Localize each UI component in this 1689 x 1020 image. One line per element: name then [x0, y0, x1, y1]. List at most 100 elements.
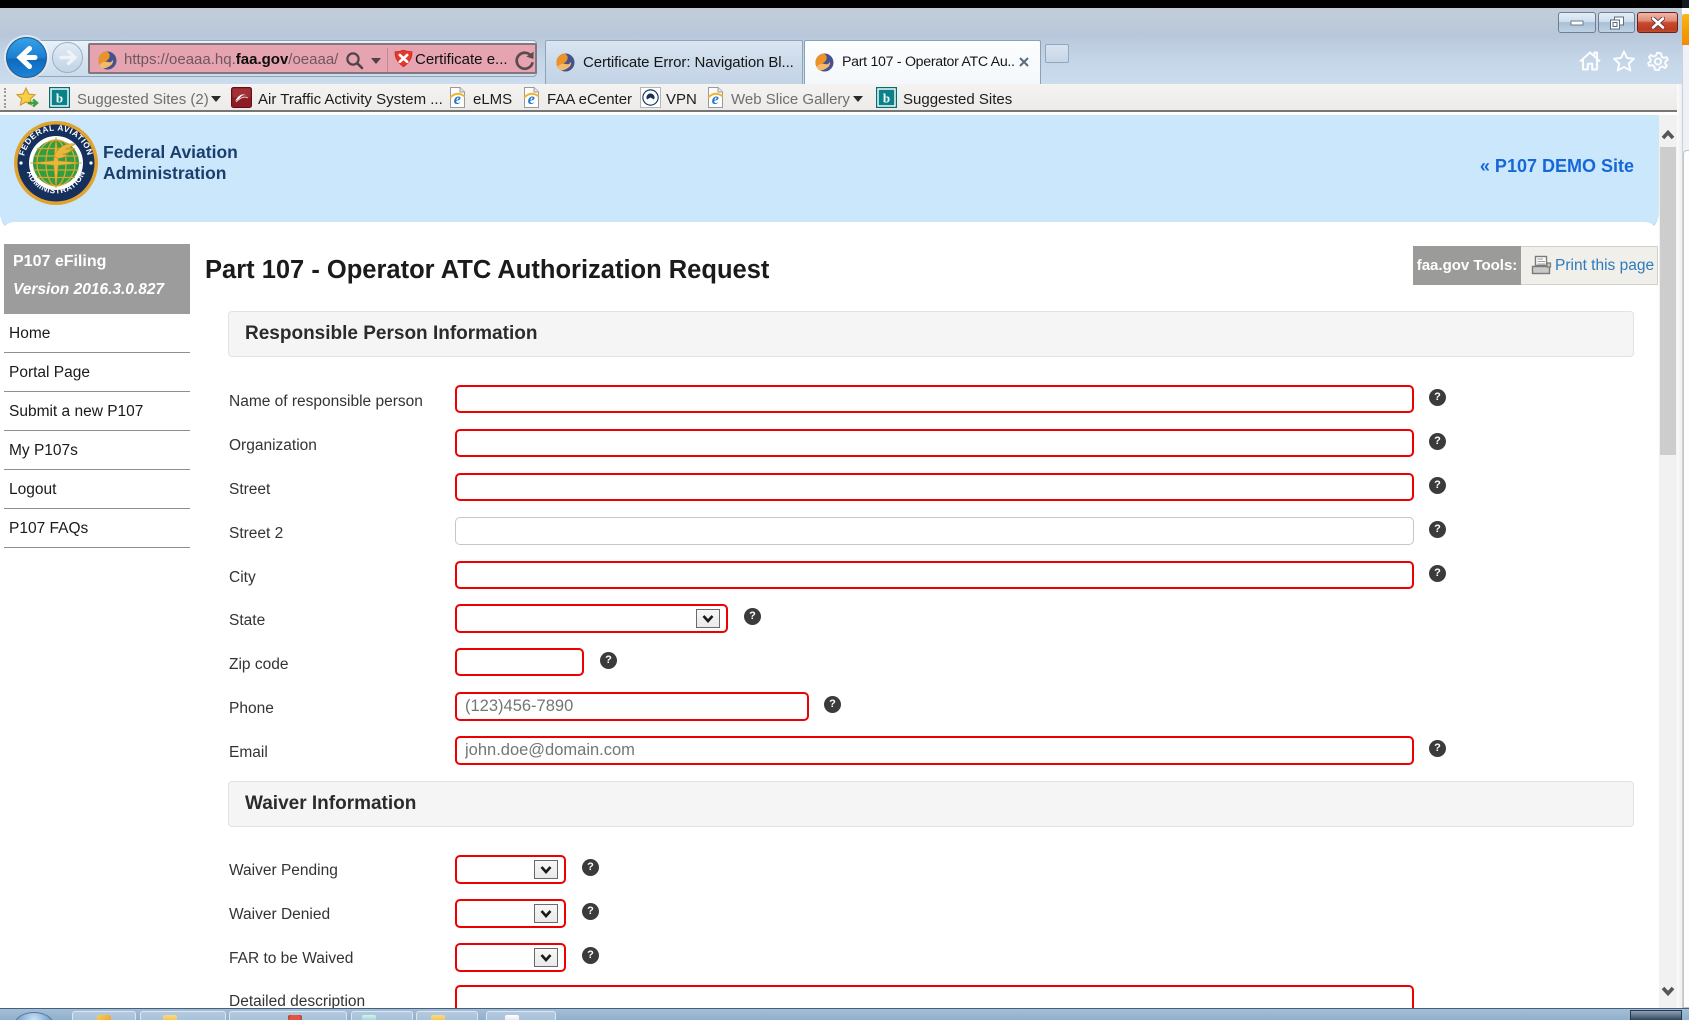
field-label-street2: Street 2 — [229, 525, 284, 542]
ie-page-icon: e — [521, 87, 542, 108]
fav-web-slice-caret[interactable] — [853, 96, 863, 102]
background-window-accent — [1682, 14, 1689, 45]
fav-vpn[interactable]: VPN — [666, 91, 697, 108]
input-city[interactable] — [455, 561, 1414, 589]
fav-web-slice-gallery[interactable]: Web Slice Gallery — [731, 91, 850, 108]
minimize-button[interactable] — [1558, 12, 1596, 33]
taskbar-button[interactable] — [486, 1011, 556, 1020]
help-icon-street[interactable]: ? — [1429, 477, 1446, 494]
demo-site-link[interactable]: « P107 DEMO Site — [1200, 156, 1634, 177]
faa-logo: FEDERAL AVIATION ADMINISTRATION — [13, 120, 99, 206]
taskbar-button[interactable] — [416, 1011, 478, 1020]
tab-favicon — [556, 53, 575, 72]
select-arrow-button[interactable] — [696, 609, 720, 628]
field-label-email: Email — [229, 744, 268, 761]
input-name[interactable] — [455, 385, 1414, 413]
home-icon[interactable] — [1577, 48, 1603, 74]
scroll-up-icon[interactable] — [1661, 128, 1675, 142]
field-label-zip: Zip code — [229, 656, 289, 673]
search-icon[interactable] — [345, 51, 365, 71]
address-bar[interactable]: https://oeaaa.hq.faa.gov/oeaaa/ Certific… — [88, 43, 537, 74]
bing-icon: b — [49, 87, 70, 108]
field-label-name: Name of responsible person — [229, 393, 423, 410]
restore-button[interactable] — [1598, 12, 1635, 33]
search-dropdown-caret[interactable] — [371, 58, 381, 64]
fav-suggested-sites[interactable]: Suggested Sites — [903, 91, 1012, 108]
background-window-titlebar — [1682, 0, 1689, 8]
help-icon-phone[interactable]: ? — [824, 696, 841, 713]
help-icon-waiver-pending[interactable]: ? — [582, 859, 599, 876]
start-button[interactable] — [14, 1012, 54, 1020]
taskbar-button[interactable] — [229, 1011, 347, 1020]
dot-icon — [640, 87, 661, 108]
sidebar-item-p107-faqs[interactable]: P107 FAQs — [4, 510, 190, 548]
sidebar-app-box: P107 eFiling Version 2016.3.0.827 — [4, 244, 190, 314]
select-state[interactable] — [455, 604, 728, 633]
help-icon-zip[interactable]: ? — [600, 652, 617, 669]
ie-page-icon: e — [447, 87, 468, 108]
certificate-error-button[interactable]: Certificate e... — [415, 51, 508, 68]
tab-part107[interactable]: Part 107 - Operator ATC Au... — [804, 40, 1041, 84]
help-icon-organization[interactable]: ? — [1429, 433, 1446, 450]
tab-close-icon[interactable] — [1014, 52, 1034, 72]
faa-gov-tools-label: faa.gov Tools: — [1413, 246, 1521, 285]
help-icon-waiver-denied[interactable]: ? — [582, 903, 599, 920]
favorites-star-icon[interactable] — [1611, 48, 1637, 74]
input-zip[interactable] — [455, 648, 584, 676]
forward-button[interactable] — [52, 42, 83, 73]
background-window-panel — [1683, 150, 1689, 1008]
refresh-icon[interactable] — [514, 50, 535, 71]
taskbar-button[interactable] — [351, 1011, 413, 1020]
input-organization[interactable] — [455, 429, 1414, 457]
scroll-down-icon[interactable] — [1661, 984, 1675, 998]
svg-text:b: b — [56, 91, 63, 106]
close-button[interactable] — [1637, 12, 1678, 33]
sidebar-item-logout[interactable]: Logout — [4, 471, 190, 509]
input-phone[interactable] — [455, 692, 809, 721]
new-tab-button[interactable] — [1045, 44, 1069, 63]
settings-gear-icon[interactable] — [1645, 48, 1671, 74]
taskbar-button[interactable] — [72, 1011, 136, 1020]
help-icon-far-waived[interactable]: ? — [582, 947, 599, 964]
favorites-bar-drag-handle[interactable] — [4, 88, 6, 108]
input-street2[interactable] — [455, 517, 1414, 545]
select-arrow-button[interactable] — [534, 860, 558, 879]
field-label-state: State — [229, 612, 266, 629]
screen: https://oeaaa.hq.faa.gov/oeaaa/ Certific… — [0, 0, 1689, 1020]
page-title: Part 107 - Operator ATC Authorization Re… — [205, 256, 770, 284]
add-favorite-star-icon[interactable] — [15, 86, 39, 110]
select-arrow-button[interactable] — [534, 904, 558, 923]
select-far-waived[interactable] — [455, 943, 566, 972]
input-email[interactable] — [455, 736, 1414, 765]
help-icon-city[interactable]: ? — [1429, 565, 1446, 582]
vertical-scrollbar[interactable] — [1659, 115, 1677, 1008]
fav-suggested-sites-caret[interactable] — [211, 96, 221, 102]
help-icon-email[interactable]: ? — [1429, 740, 1446, 757]
printer-icon — [1531, 255, 1552, 275]
fav-atas[interactable]: Air Traffic Activity System ... — [258, 91, 443, 108]
back-button[interactable] — [6, 37, 47, 78]
fav-elms[interactable]: eLMS — [473, 91, 512, 108]
sidebar-item-submit-new-p107[interactable]: Submit a new P107 — [4, 393, 190, 431]
tab-certificate-error[interactable]: Certificate Error: Navigation Bl... — [545, 40, 803, 84]
select-waiver-denied[interactable] — [455, 899, 566, 928]
taskbar-button-active[interactable] — [1630, 1010, 1682, 1020]
windows-taskbar[interactable] — [0, 1008, 1689, 1020]
select-arrow-button[interactable] — [534, 948, 558, 967]
sidebar-item-home[interactable]: Home — [4, 315, 190, 353]
fav-suggested-sites-2[interactable]: Suggested Sites (2) — [77, 91, 209, 108]
scrollbar-thumb[interactable] — [1660, 147, 1676, 455]
help-icon-name[interactable]: ? — [1429, 389, 1446, 406]
input-street[interactable] — [455, 473, 1414, 501]
help-icon-street2[interactable]: ? — [1429, 521, 1446, 538]
fav-faa-ecenter[interactable]: FAA eCenter — [547, 91, 632, 108]
field-label-organization: Organization — [229, 437, 317, 454]
select-waiver-pending[interactable] — [455, 855, 566, 884]
atas-icon — [231, 87, 252, 108]
sidebar-version: Version 2016.3.0.827 — [13, 281, 165, 298]
taskbar-button[interactable] — [140, 1011, 226, 1020]
help-icon-state[interactable]: ? — [744, 608, 761, 625]
sidebar-item-my-p107s[interactable]: My P107s — [4, 432, 190, 470]
print-this-page-button[interactable]: Print this page — [1521, 246, 1658, 285]
sidebar-item-portal-page[interactable]: Portal Page — [4, 354, 190, 392]
